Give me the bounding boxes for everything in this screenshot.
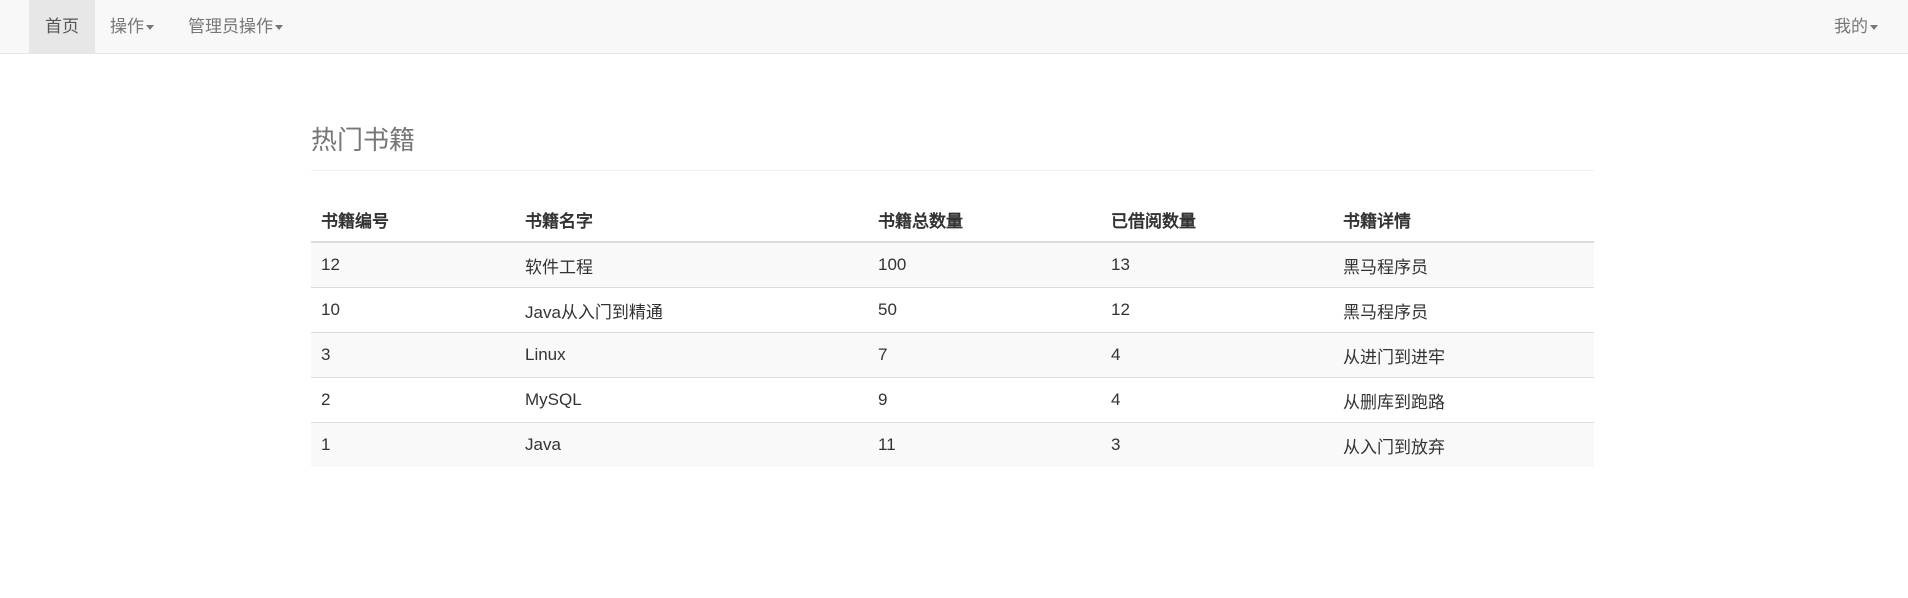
table-cell: Java从入门到精通 (515, 287, 868, 333)
table-cell: 1 (311, 422, 515, 467)
table-cell: MySQL (515, 377, 868, 423)
column-header: 书籍编号 (311, 197, 515, 243)
main-content: 热门书籍 书籍编号 书籍名字 书籍总数量 已借阅数量 书籍详情 12 软件工程 100 13 黑… (311, 54, 1594, 467)
nav-mine-label: 我的 (1834, 17, 1868, 36)
nav-admin-label: 管理员操作 (188, 17, 273, 36)
table-row: 12 软件工程 100 13 黑马程序员 (311, 241, 1594, 288)
table-cell: 7 (868, 332, 1101, 378)
nav-operations-label: 操作 (110, 17, 144, 36)
table-cell: 100 (868, 241, 1101, 288)
table-cell: 50 (868, 287, 1101, 333)
table-cell: Linux (515, 332, 868, 378)
table-cell: 从删库到跑路 (1333, 377, 1594, 423)
caret-down-icon (275, 25, 283, 31)
caret-down-icon (1870, 25, 1878, 31)
nav-mine-dropdown[interactable]: 我的 (1818, 0, 1894, 53)
navbar: 首页 操作 管理员操作 我的 (0, 0, 1908, 54)
table-cell: 从进门到进牢 (1333, 332, 1594, 378)
column-header: 书籍详情 (1333, 197, 1594, 243)
table-cell: Java (515, 422, 868, 467)
books-table: 书籍编号 书籍名字 书籍总数量 已借阅数量 书籍详情 12 软件工程 100 13 黑马程序员 1… (311, 197, 1594, 467)
table-cell: 9 (868, 377, 1101, 423)
table-cell: 从入门到放弃 (1333, 422, 1594, 467)
page-title: 热门书籍 (311, 120, 1594, 171)
nav-operations-dropdown[interactable]: 操作 (94, 0, 170, 53)
table-cell: 10 (311, 287, 515, 333)
table-cell: 13 (1101, 241, 1333, 288)
table-cell: 3 (1101, 422, 1333, 467)
column-header: 已借阅数量 (1101, 197, 1333, 243)
table-row: 10 Java从入门到精通 50 12 黑马程序员 (311, 287, 1594, 333)
table-cell: 12 (1101, 287, 1333, 333)
table-header-row: 书籍编号 书籍名字 书籍总数量 已借阅数量 书籍详情 (311, 197, 1594, 243)
nav-home-label: 首页 (45, 17, 79, 36)
caret-down-icon (146, 25, 154, 31)
table-row: 1 Java 11 3 从入门到放弃 (311, 422, 1594, 467)
table-cell: 黑马程序员 (1333, 287, 1594, 333)
nav-home[interactable]: 首页 (29, 0, 95, 53)
table-cell: 4 (1101, 377, 1333, 423)
table-cell: 11 (868, 422, 1101, 467)
table-cell: 2 (311, 377, 515, 423)
table-cell: 黑马程序员 (1333, 241, 1594, 288)
table-cell: 4 (1101, 332, 1333, 378)
table-row: 2 MySQL 9 4 从删库到跑路 (311, 377, 1594, 423)
nav-admin-operations-dropdown[interactable]: 管理员操作 (172, 0, 299, 53)
table-cell: 3 (311, 332, 515, 378)
table-cell: 软件工程 (515, 241, 868, 288)
table-row: 3 Linux 7 4 从进门到进牢 (311, 332, 1594, 378)
column-header: 书籍总数量 (868, 197, 1101, 243)
column-header: 书籍名字 (515, 197, 868, 243)
table-cell: 12 (311, 241, 515, 288)
